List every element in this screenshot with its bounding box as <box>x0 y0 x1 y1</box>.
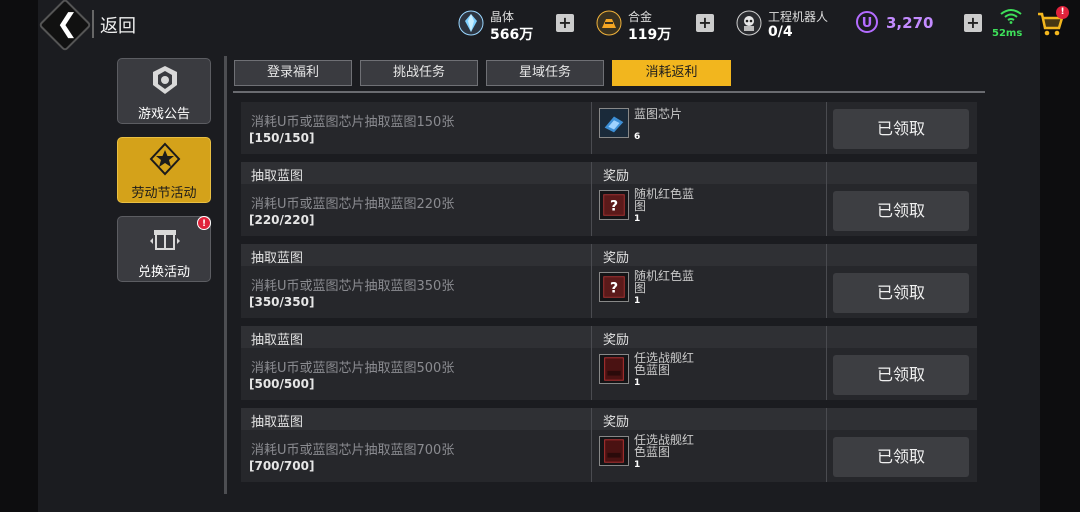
task-row: 抽取蓝图 奖励 消耗U币或蓝图芯片抽取蓝图220张 [220/220] ? 随机… <box>241 162 977 236</box>
task-title: 抽取蓝图 <box>251 415 304 430</box>
reward-quantity: 1 <box>634 378 641 388</box>
resource-name: 合金 <box>628 10 653 24</box>
notification-badge: ! <box>197 216 211 230</box>
u-coin-icon: U <box>856 11 878 33</box>
task-description: 消耗U币或蓝图芯片抽取蓝图700张 <box>251 443 455 458</box>
claimed-button[interactable]: 已领取 <box>833 273 969 313</box>
robot-icon <box>736 10 762 36</box>
svg-text:?: ? <box>610 199 618 215</box>
u-coin-value: 3,270 <box>886 14 934 32</box>
alloy-icon <box>596 10 622 36</box>
claimed-button[interactable]: 已领取 <box>833 191 969 231</box>
column-separator <box>826 244 827 318</box>
reward-header: 奖励 <box>603 415 630 430</box>
column-separator <box>591 244 592 318</box>
task-row: 消耗U币或蓝图芯片抽取蓝图150张 [150/150] 蓝图芯片 6 已领取 <box>241 80 977 154</box>
reward-header: 奖励 <box>603 333 630 348</box>
column-separator <box>826 162 827 236</box>
add-crystal-button[interactable]: + <box>556 14 574 32</box>
task-row: 抽取蓝图 奖励 消耗U币或蓝图芯片抽取蓝图350张 [350/350] ? 随机… <box>241 244 977 318</box>
task-progress: [350/350] <box>249 295 315 309</box>
gift-box-icon <box>150 230 180 250</box>
resource-robot: 工程机器人 0/4 <box>736 6 846 42</box>
column-separator <box>826 408 827 482</box>
task-description: 消耗U币或蓝图芯片抽取蓝图150张 <box>251 115 455 130</box>
reward-name: 随机红色蓝图 <box>634 187 695 213</box>
task-description: 消耗U币或蓝图芯片抽取蓝图500张 <box>251 361 455 376</box>
column-separator <box>826 102 827 154</box>
back-arrow-icon[interactable]: ❮ <box>52 8 82 40</box>
sidebar-item-label: 游戏公告 <box>137 107 190 122</box>
back-label[interactable]: 返回 <box>100 12 136 38</box>
resource-value: 566万 <box>490 27 534 43</box>
svg-text:?: ? <box>610 281 618 297</box>
resource-name: 工程机器人 <box>768 10 829 24</box>
ping-value: 52ms <box>992 28 1023 39</box>
resource-alloy: 合金 119万 <box>596 6 686 43</box>
sidebar-item-label: 劳动节活动 <box>131 186 197 201</box>
reward-name: 随机红色蓝图 <box>634 269 695 295</box>
task-progress: [700/700] <box>249 459 315 473</box>
reward-quantity: 1 <box>634 296 641 306</box>
reward-name: 蓝图芯片 <box>634 107 683 121</box>
sidebar-item-announcements[interactable]: 游戏公告 <box>117 58 211 124</box>
header-divider <box>92 10 94 38</box>
sidebar-item-label: 兑换活动 <box>137 265 190 280</box>
resource-value: 119万 <box>628 27 672 43</box>
claimed-button[interactable]: 已领取 <box>833 109 969 149</box>
top-bar: ❮ 返回 晶体 566万 + 合金 119万 + 工程机器人 0/4 U 3,2… <box>38 0 1069 52</box>
mystery-box-icon[interactable]: ? <box>599 190 629 220</box>
cart-notification-badge: ! <box>1056 6 1069 19</box>
star-emblem-icon <box>149 142 181 176</box>
task-row: 抽取蓝图 奖励 消耗U币或蓝图芯片抽取蓝图500张 [500/500] 任选战舰… <box>241 326 977 400</box>
red-blueprint-icon[interactable] <box>599 436 629 466</box>
reward-quantity: 1 <box>634 460 641 470</box>
task-title: 抽取蓝图 <box>251 169 304 184</box>
task-progress: [500/500] <box>249 377 315 391</box>
task-row: 抽取蓝图 奖励 消耗U币或蓝图芯片抽取蓝图700张 [700/700] 任选战舰… <box>241 408 977 482</box>
add-u-coin-button[interactable]: + <box>964 14 982 32</box>
task-description: 消耗U币或蓝图芯片抽取蓝图350张 <box>251 279 455 294</box>
column-separator <box>591 408 592 482</box>
resource-name: 晶体 <box>490 10 515 24</box>
reward-header: 奖励 <box>603 169 630 184</box>
wifi-icon <box>1000 9 1022 24</box>
announcement-badge-icon <box>153 66 177 94</box>
add-alloy-button[interactable]: + <box>696 14 714 32</box>
claimed-button[interactable]: 已领取 <box>833 355 969 395</box>
right-edge <box>1040 0 1080 512</box>
reward-header: 奖励 <box>603 251 630 266</box>
blueprint-chip-icon[interactable] <box>599 108 629 138</box>
crystal-icon <box>458 10 484 36</box>
reward-name: 任选战舰红色蓝图 <box>634 433 695 459</box>
resource-value: 0/4 <box>768 24 793 40</box>
panel-divider <box>224 56 227 494</box>
task-progress: [220/220] <box>249 213 315 227</box>
red-blueprint-icon[interactable] <box>599 354 629 384</box>
column-separator <box>591 162 592 236</box>
sidebar-item-exchange-event[interactable]: 兑换活动 ! <box>117 216 211 282</box>
claimed-button[interactable]: 已领取 <box>833 437 969 477</box>
mystery-box-icon[interactable]: ? <box>599 272 629 302</box>
task-progress: [150/150] <box>249 131 315 145</box>
reward-quantity: 6 <box>634 132 641 142</box>
column-separator <box>591 102 592 154</box>
sidebar-item-labor-day-event[interactable]: 劳动节活动 <box>117 137 211 203</box>
reward-quantity: 1 <box>634 214 641 224</box>
task-description: 消耗U币或蓝图芯片抽取蓝图220张 <box>251 197 455 212</box>
resource-crystal: 晶体 566万 <box>458 6 548 43</box>
left-edge <box>0 0 38 512</box>
reward-name: 任选战舰红色蓝图 <box>634 351 695 377</box>
column-separator <box>826 326 827 400</box>
task-title: 抽取蓝图 <box>251 251 304 266</box>
task-title: 抽取蓝图 <box>251 333 304 348</box>
column-separator <box>591 326 592 400</box>
